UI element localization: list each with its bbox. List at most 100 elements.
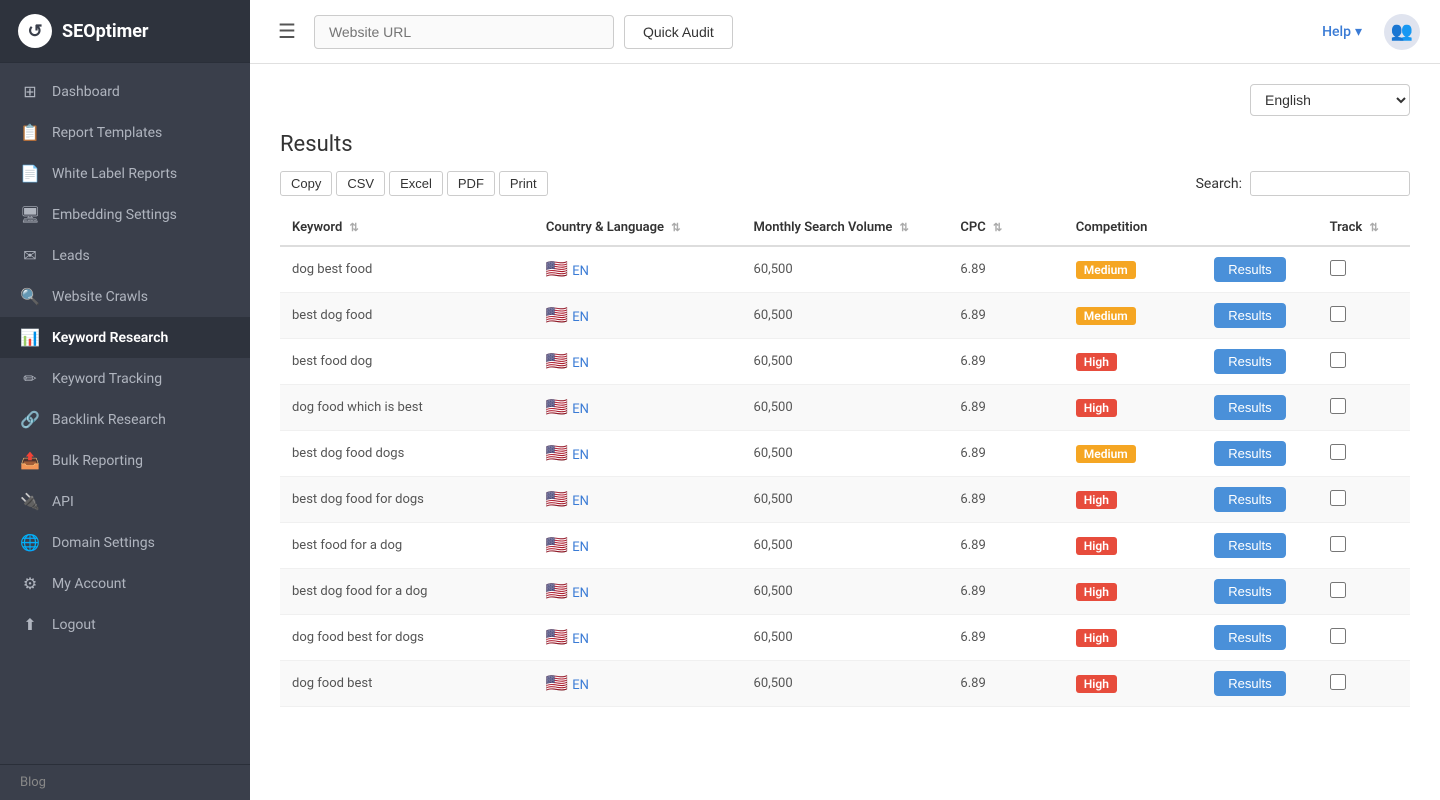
- cell-country: 🇺🇸EN: [534, 431, 742, 477]
- results-button[interactable]: Results: [1214, 579, 1285, 604]
- table-row: best dog food for dogs 🇺🇸EN 60,500 6.89 …: [280, 477, 1410, 523]
- track-checkbox[interactable]: [1330, 536, 1346, 552]
- sidebar-item-label-leads: Leads: [52, 248, 90, 264]
- logo-icon: ↺: [18, 14, 52, 48]
- cell-cpc: 6.89: [948, 477, 1063, 523]
- help-label: Help: [1322, 24, 1351, 40]
- cell-country: 🇺🇸EN: [534, 569, 742, 615]
- cell-cpc: 6.89: [948, 293, 1063, 339]
- lang-code: EN: [572, 678, 589, 693]
- results-button[interactable]: Results: [1214, 349, 1285, 374]
- sidebar-item-report-templates[interactable]: 📋Report Templates: [0, 112, 250, 153]
- cell-track: [1318, 431, 1410, 477]
- cell-keyword: best dog food dogs: [280, 431, 534, 477]
- track-checkbox[interactable]: [1330, 398, 1346, 414]
- results-button[interactable]: Results: [1214, 257, 1285, 282]
- cell-results-btn: Results: [1202, 431, 1317, 477]
- cell-competition: High: [1064, 661, 1202, 707]
- export-pdf-button[interactable]: PDF: [447, 171, 495, 196]
- sidebar-item-label-website-crawls: Website Crawls: [52, 289, 148, 305]
- track-checkbox[interactable]: [1330, 260, 1346, 276]
- sidebar-item-keyword-tracking[interactable]: ✏Keyword Tracking: [0, 358, 250, 399]
- track-checkbox[interactable]: [1330, 628, 1346, 644]
- sidebar-item-my-account[interactable]: ⚙My Account: [0, 563, 250, 604]
- track-checkbox[interactable]: [1330, 582, 1346, 598]
- cell-competition: Medium: [1064, 246, 1202, 293]
- table-header-row: Keyword ⇅ Country & Language ⇅ Monthly S…: [280, 210, 1410, 246]
- search-input[interactable]: [1250, 171, 1410, 196]
- sidebar-item-website-crawls[interactable]: 🔍 Website Crawls: [0, 276, 250, 317]
- sidebar-item-label-bulk-reporting: Bulk Reporting: [52, 453, 143, 469]
- sidebar-item-domain-settings[interactable]: 🌐Domain Settings: [0, 522, 250, 563]
- results-button[interactable]: Results: [1214, 671, 1285, 696]
- sidebar-footer[interactable]: Blog: [0, 764, 250, 800]
- cell-volume: 60,500: [742, 246, 949, 293]
- track-checkbox[interactable]: [1330, 490, 1346, 506]
- cell-competition: High: [1064, 569, 1202, 615]
- results-button[interactable]: Results: [1214, 441, 1285, 466]
- cell-country: 🇺🇸EN: [534, 523, 742, 569]
- sidebar-item-label-embedding-settings: Embedding Settings: [52, 207, 177, 223]
- sort-volume-icon[interactable]: ⇅: [900, 221, 909, 234]
- sidebar-item-white-label-reports[interactable]: 📄White Label Reports: [0, 153, 250, 194]
- help-menu[interactable]: Help ▾: [1322, 24, 1362, 40]
- cell-volume: 60,500: [742, 385, 949, 431]
- sidebar-item-embedding-settings[interactable]: 🖥Embedding Settings: [0, 194, 250, 235]
- cell-results-btn: Results: [1202, 523, 1317, 569]
- flag-icon: 🇺🇸: [546, 259, 568, 280]
- sort-country-icon[interactable]: ⇅: [671, 221, 680, 234]
- menu-toggle-button[interactable]: ☰: [270, 15, 304, 48]
- cell-keyword: dog food which is best: [280, 385, 534, 431]
- cell-results-btn: Results: [1202, 661, 1317, 707]
- export-print-button[interactable]: Print: [499, 171, 548, 196]
- cell-keyword: dog best food: [280, 246, 534, 293]
- logout-icon: ⬆: [20, 615, 40, 634]
- cell-keyword: best food for a dog: [280, 523, 534, 569]
- cell-keyword: best dog food: [280, 293, 534, 339]
- sidebar-item-leads[interactable]: ✉Leads: [0, 235, 250, 276]
- language-select[interactable]: EnglishSpanishFrenchGermanItalian: [1250, 84, 1410, 116]
- track-checkbox[interactable]: [1330, 674, 1346, 690]
- track-checkbox[interactable]: [1330, 352, 1346, 368]
- sort-track-icon[interactable]: ⇅: [1369, 221, 1378, 234]
- cell-country: 🇺🇸EN: [534, 477, 742, 523]
- results-button[interactable]: Results: [1214, 303, 1285, 328]
- website-crawls-icon: 🔍: [20, 287, 40, 306]
- track-checkbox[interactable]: [1330, 444, 1346, 460]
- results-title: Results: [280, 132, 1410, 157]
- export-csv-button[interactable]: CSV: [336, 171, 385, 196]
- sidebar-item-label-keyword-tracking: Keyword Tracking: [52, 371, 162, 387]
- user-avatar[interactable]: 👥: [1384, 14, 1420, 50]
- flag-icon: 🇺🇸: [546, 305, 568, 326]
- cell-keyword: best dog food for a dog: [280, 569, 534, 615]
- results-button[interactable]: Results: [1214, 487, 1285, 512]
- results-button[interactable]: Results: [1214, 625, 1285, 650]
- export-excel-button[interactable]: Excel: [389, 171, 443, 196]
- cell-cpc: 6.89: [948, 615, 1063, 661]
- lang-code: EN: [572, 540, 589, 555]
- sidebar-item-bulk-reporting[interactable]: 📤Bulk Reporting: [0, 440, 250, 481]
- website-url-input[interactable]: [314, 15, 614, 49]
- sidebar-item-label-api: API: [52, 494, 74, 510]
- report-templates-icon: 📋: [20, 123, 40, 142]
- results-button[interactable]: Results: [1214, 533, 1285, 558]
- quick-audit-button[interactable]: Quick Audit: [624, 15, 733, 49]
- sidebar-nav: ⊞Dashboard📋Report Templates📄White Label …: [0, 63, 250, 764]
- sidebar-item-api[interactable]: 🔌API: [0, 481, 250, 522]
- cell-competition: Medium: [1064, 293, 1202, 339]
- flag-icon: 🇺🇸: [546, 627, 568, 648]
- table-header: Keyword ⇅ Country & Language ⇅ Monthly S…: [280, 210, 1410, 246]
- results-button[interactable]: Results: [1214, 395, 1285, 420]
- sort-cpc-icon[interactable]: ⇅: [993, 221, 1002, 234]
- sidebar-item-dashboard[interactable]: ⊞Dashboard: [0, 71, 250, 112]
- sidebar-item-backlink-research[interactable]: 🔗Backlink Research: [0, 399, 250, 440]
- sort-keyword-icon[interactable]: ⇅: [350, 221, 359, 234]
- col-header-track: Track ⇅: [1318, 210, 1410, 246]
- sidebar-item-keyword-research[interactable]: 📊Keyword Research: [0, 317, 250, 358]
- track-checkbox[interactable]: [1330, 306, 1346, 322]
- blog-link[interactable]: Blog: [20, 775, 46, 790]
- sidebar-item-logout[interactable]: ⬆Logout: [0, 604, 250, 645]
- export-copy-button[interactable]: Copy: [280, 171, 332, 196]
- cell-keyword: dog food best for dogs: [280, 615, 534, 661]
- flag-icon: 🇺🇸: [546, 397, 568, 418]
